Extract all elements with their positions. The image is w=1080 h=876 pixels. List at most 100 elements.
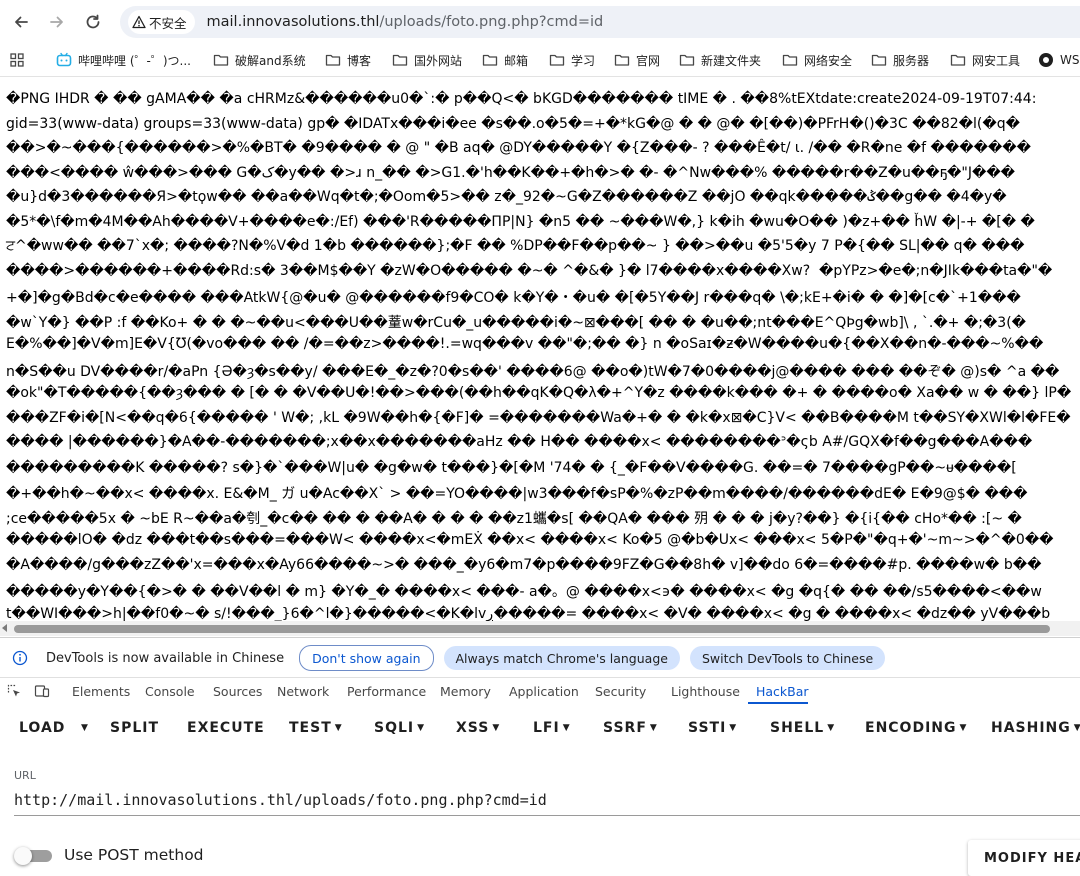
page-content: �PNG IHDR � �� gAMA�� �a cHRMz&������u0�…: [0, 77, 1080, 621]
tab-sources[interactable]: Sources: [213, 684, 262, 699]
folder-icon: [549, 54, 565, 66]
url-input-underline: [14, 815, 1080, 816]
bookmark-folder[interactable]: 学习: [549, 50, 595, 70]
bookmark-bilibili[interactable]: 哔哩哔哩 (゜-゜)つ...: [56, 50, 191, 70]
reload-button[interactable]: [80, 9, 106, 35]
horizontal-scrollbar[interactable]: [0, 621, 1080, 636]
shell-menu-button[interactable]: SHELL ▼: [770, 720, 834, 736]
scrollbar-thumb[interactable]: [14, 625, 1050, 633]
button-label: SQLI: [374, 720, 415, 736]
tab-console[interactable]: Console: [145, 684, 195, 699]
tab-security[interactable]: Security: [595, 684, 646, 699]
tab-hackbar[interactable]: HackBar: [756, 684, 809, 699]
hashing-menu-button[interactable]: HASHING ▼: [991, 720, 1080, 736]
button-label: HASHING: [991, 720, 1071, 736]
dont-show-again-button[interactable]: Don't show again: [299, 645, 434, 671]
raw-line: ;ce�����5x � ~bE R~��a�刳_�c�� �� � ��A� …: [6, 511, 1022, 527]
raw-line: �+��h�~��x< ����x. E&�M_ ガ u�Ac��X` > ��…: [6, 486, 1028, 502]
button-label: SSTI: [688, 720, 727, 736]
bookmark-label: 网安工具: [972, 53, 1021, 68]
forward-button[interactable]: [44, 9, 70, 35]
button-label: XSS: [456, 720, 490, 736]
bookmark-label: 邮箱: [504, 53, 529, 68]
raw-line: ਟ^�ww�� ��7`x�; ����?N�%V�d 1�b ������};…: [6, 238, 1025, 254]
bookmark-folder[interactable]: 破解and系统: [213, 50, 306, 70]
raw-line: ��>�~���{������>�%�BT� �9���� � @ " �B a…: [6, 140, 1031, 156]
lfi-menu-button[interactable]: LFI ▼: [533, 720, 570, 736]
tab-elements[interactable]: Elements: [72, 684, 130, 699]
devtools-tabbar: Elements Console Sources Network Perform…: [0, 677, 1080, 706]
raw-line: ����>������+����Rd:s� 3��M$��Y �zW�O����…: [6, 263, 1053, 279]
security-label: 不安全: [149, 15, 187, 31]
url-text[interactable]: mail.innovasolutions.thl/uploads/foto.pn…: [207, 14, 604, 30]
raw-line: ���� |������}�A��-�������;x��x�������aHz…: [6, 434, 1033, 450]
inspect-element-icon[interactable]: [6, 683, 22, 699]
bookmark-wsl[interactable]: WSL: [1038, 50, 1080, 70]
sqli-menu-button[interactable]: SQLI ▼: [374, 720, 424, 736]
bookmark-label: 博客: [347, 53, 372, 68]
modify-header-button[interactable]: MODIFY HEADER: [968, 840, 1080, 876]
browser-toolbar: 不安全 mail.innovasolutions.thl/uploads/fot…: [0, 0, 1080, 44]
folder-icon: [482, 54, 498, 66]
bookmark-label: 学习: [571, 53, 596, 68]
reload-icon: [86, 14, 100, 29]
hackbar-toolbar: LOAD ▼ SPLIT EXECUTE TEST ▼ SQLI ▼ XSS ▼ LF…: [0, 705, 1080, 751]
execute-button[interactable]: EXECUTE: [187, 720, 265, 736]
button-label: EXECUTE: [187, 720, 265, 736]
ssrf-menu-button[interactable]: SSRF ▼: [603, 720, 657, 736]
bookmark-folder[interactable]: 新建文件夹: [679, 50, 761, 70]
bookmark-folder[interactable]: 网安工具: [950, 50, 1020, 70]
split-button[interactable]: SPLIT: [110, 720, 159, 736]
tab-performance[interactable]: Performance: [347, 684, 426, 699]
tab-lighthouse[interactable]: Lighthouse: [671, 684, 740, 699]
chevron-down-icon: ▼: [959, 723, 967, 733]
raw-line: +�]�g�Bd�c�e���� ���AtkW{@�u� @������f9�…: [6, 290, 1021, 306]
bookmark-folder[interactable]: 服务器: [871, 50, 929, 70]
bookmark-folder[interactable]: 国外网站: [392, 50, 462, 70]
devtools-language-infobar: DevTools is now available in Chinese Don…: [0, 637, 1080, 678]
address-bar[interactable]: 不安全 mail.innovasolutions.thl/uploads/fot…: [120, 6, 1080, 38]
load-dropdown-button[interactable]: ▼: [78, 720, 88, 736]
bookmark-label: WSL: [1060, 53, 1080, 67]
raw-line: �ok"�T�����{��ȝ��� � [� � �V��U�!��>���(…: [6, 385, 1072, 401]
folder-icon: [950, 54, 966, 66]
raw-line: �5*�\f�m�4M��Ah����V+����e�:/Ef) ���'R��…: [6, 214, 1035, 230]
chevron-down-icon: ▼: [334, 723, 342, 733]
folder-icon: [614, 54, 630, 66]
switch-to-chinese-button[interactable]: Switch DevTools to Chinese: [689, 646, 886, 670]
scroll-left-icon[interactable]: [2, 624, 7, 632]
chevron-down-icon: ▼: [492, 723, 500, 733]
bookmark-label: 哔哩哔哩 (゜-゜)つ...: [78, 53, 191, 68]
tab-memory[interactable]: Memory: [440, 684, 491, 699]
encoding-menu-button[interactable]: ENCODING ▼: [865, 720, 966, 736]
bookmark-folder[interactable]: 博客: [325, 50, 371, 70]
chevron-down-icon: ▼: [827, 723, 835, 733]
url-input[interactable]: http://mail.innovasolutions.thl/uploads/…: [14, 791, 547, 809]
raw-line: �����lO� �dz ���t��s���=���W< ����x<�mEẊ…: [6, 532, 1054, 548]
tab-network[interactable]: Network: [277, 684, 329, 699]
raw-line: t��WI���>h|��f0�~� s/!���_}6�^l�}�����<�…: [6, 606, 1051, 621]
bookmark-folder[interactable]: 网络安全: [782, 50, 852, 70]
bookmark-label: 服务器: [893, 53, 930, 68]
load-button[interactable]: LOAD: [19, 720, 65, 736]
bookmark-label: 破解and系统: [235, 53, 306, 68]
apps-button[interactable]: [9, 50, 31, 70]
use-post-toggle[interactable]: [14, 847, 52, 865]
folder-icon: [392, 54, 408, 66]
tab-application[interactable]: Application: [509, 684, 579, 699]
forward-arrow-icon: [50, 16, 63, 28]
info-icon: [12, 650, 28, 666]
device-toolbar-icon[interactable]: [34, 683, 50, 699]
raw-line: ���������K �����? s�}�`���W|u� �g�w� t��…: [6, 460, 1017, 476]
always-match-language-button[interactable]: Always match Chrome's language: [443, 646, 680, 670]
raw-line: gid=33(www-data) groups=33(www-data) gp�…: [6, 116, 1020, 132]
bookmark-folder[interactable]: 邮箱: [482, 50, 528, 70]
chevron-down-icon: ▼: [729, 723, 737, 733]
security-chip[interactable]: 不安全: [128, 10, 195, 34]
test-menu-button[interactable]: TEST ▼: [289, 720, 342, 736]
back-button[interactable]: [8, 9, 34, 35]
folder-icon: [213, 54, 229, 66]
ssti-menu-button[interactable]: SSTI ▼: [688, 720, 736, 736]
bookmark-folder[interactable]: 官网: [614, 50, 660, 70]
xss-menu-button[interactable]: XSS ▼: [456, 720, 499, 736]
